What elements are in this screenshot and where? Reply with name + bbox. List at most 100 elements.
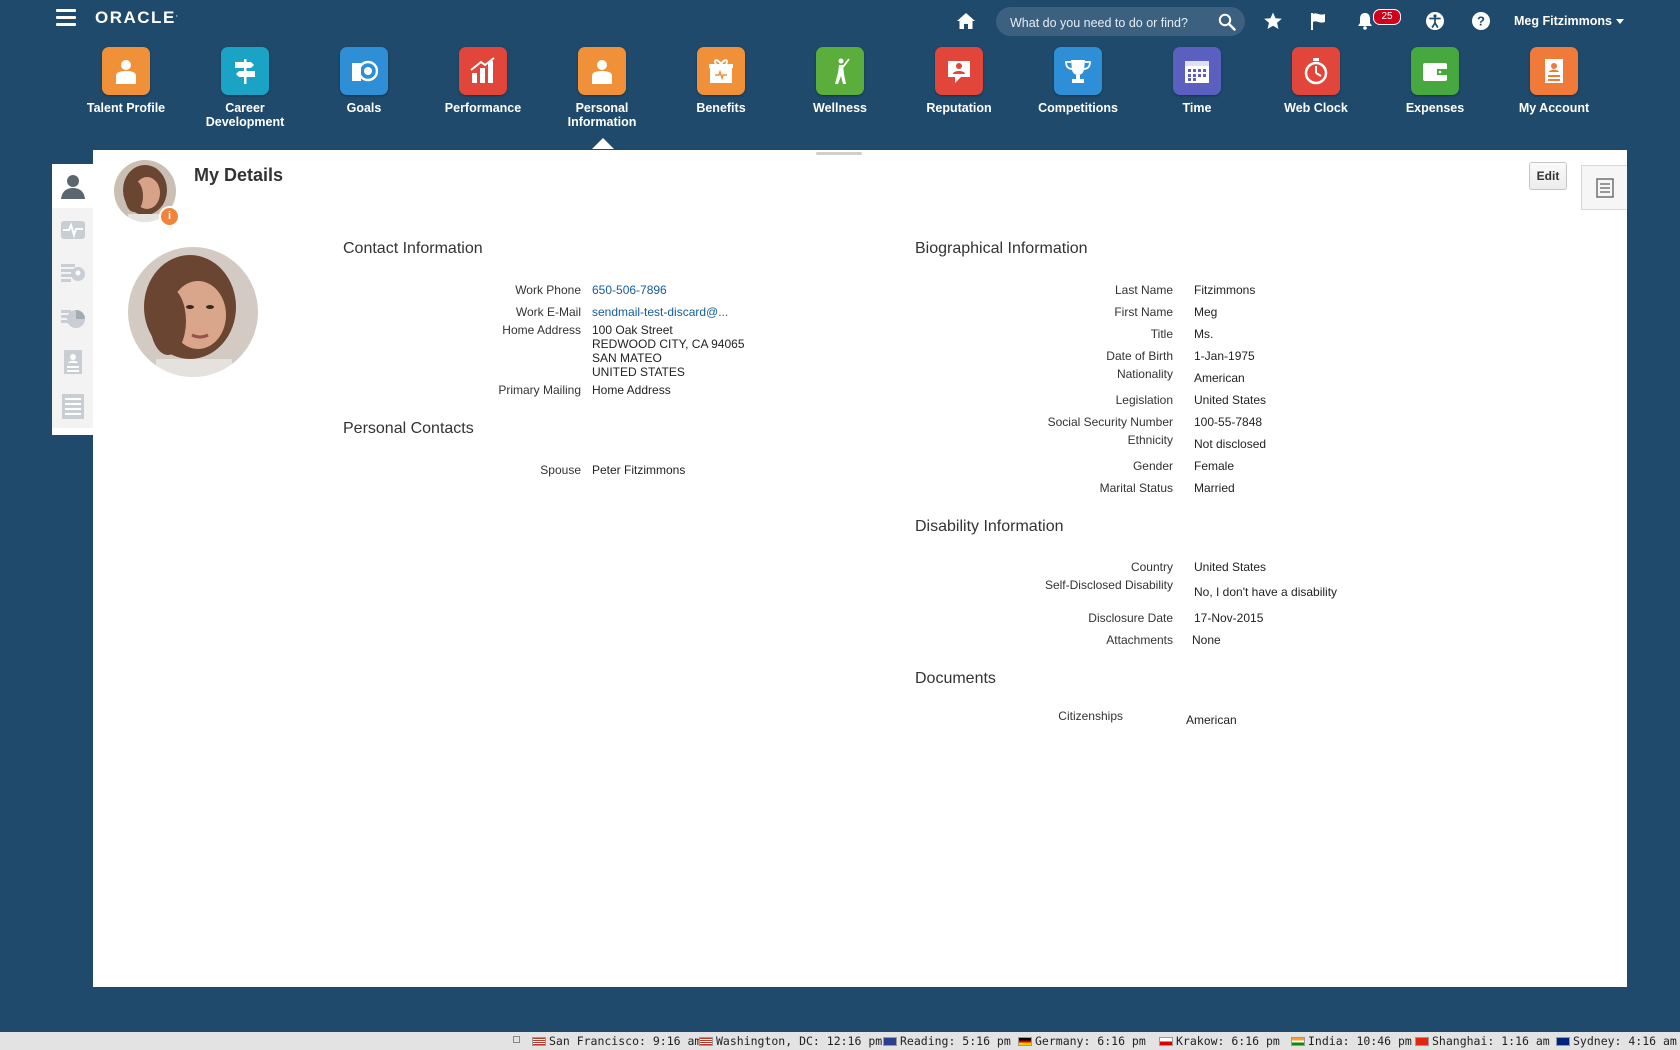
nationality-label: Nationality bbox=[1116, 367, 1173, 381]
oracle-logo[interactable]: ORACLE. bbox=[95, 8, 178, 28]
springboard-tile-competitions[interactable]: Competitions bbox=[1019, 47, 1137, 115]
pie-chart-icon bbox=[61, 310, 85, 328]
home-icon[interactable] bbox=[956, 11, 976, 31]
gender-label: Gender bbox=[1132, 459, 1173, 473]
date-of-birth-value: 1-Jan-1975 bbox=[1194, 349, 1255, 363]
disability-info-heading: Disability Information bbox=[915, 518, 1064, 535]
uk-flag-icon bbox=[883, 1037, 897, 1046]
springboard-tile-performance[interactable]: Performance bbox=[424, 47, 542, 115]
rail-skills[interactable] bbox=[52, 252, 93, 296]
cn-flag-icon bbox=[1415, 1037, 1429, 1046]
trophy-icon bbox=[1065, 60, 1091, 83]
de-flag-icon bbox=[1018, 1037, 1032, 1046]
contact-info-heading: Contact Information bbox=[343, 240, 483, 257]
address-line: UNITED STATES bbox=[592, 365, 685, 379]
global-search[interactable] bbox=[996, 7, 1245, 38]
springboard-tile-career-development[interactable]: Career Development bbox=[186, 47, 304, 129]
tile-icon-box bbox=[1411, 47, 1459, 95]
personal-contacts-heading: Personal Contacts bbox=[343, 420, 474, 437]
home-address-label: Home Address bbox=[502, 323, 581, 337]
work-phone-link[interactable]: 650-506-7896 bbox=[592, 283, 667, 297]
accessibility-icon[interactable] bbox=[1425, 11, 1445, 31]
world-clock-item: India: 10:46 pm bbox=[1291, 1034, 1412, 1048]
disclosure-date-label: Disclosure Date bbox=[1088, 611, 1173, 625]
last-name-value: Fitzimmons bbox=[1194, 283, 1256, 297]
tile-label: Talent Profile bbox=[86, 101, 166, 115]
calendar-icon bbox=[1185, 61, 1209, 83]
tile-label: My Account bbox=[1518, 101, 1590, 115]
springboard-tile-personal-information[interactable]: Personal Information bbox=[543, 47, 661, 129]
springboard-tile-benefits[interactable]: Benefits bbox=[662, 47, 780, 115]
global-header: ORACLE. 25 ? Meg Fitzimmons bbox=[0, 0, 1680, 42]
tile-label: Personal Information bbox=[567, 101, 637, 129]
tile-label: Reputation bbox=[926, 101, 992, 115]
attachments-value: None bbox=[1192, 633, 1221, 647]
info-badge[interactable]: i bbox=[159, 206, 180, 227]
address-line: SAN MATEO bbox=[592, 351, 662, 365]
title-value: Ms. bbox=[1194, 327, 1214, 341]
help-icon[interactable]: ? bbox=[1471, 11, 1491, 31]
springboard-tile-reputation[interactable]: Reputation bbox=[900, 47, 1018, 115]
world-clock-text: India: 10:46 pm bbox=[1308, 1034, 1412, 1048]
work-email-link[interactable]: sendmail-test-discard@... bbox=[592, 305, 728, 319]
avatar-large bbox=[128, 247, 258, 377]
rail-personal-card[interactable] bbox=[52, 340, 93, 384]
edit-button[interactable]: Edit bbox=[1529, 162, 1567, 190]
social-security-number-label: Social Security Number bbox=[1047, 415, 1173, 429]
citizenships-value: American bbox=[1186, 713, 1237, 727]
last-name-label: Last Name bbox=[1114, 283, 1173, 297]
springboard-tile-my-account[interactable]: My Account bbox=[1495, 47, 1613, 115]
tile-label: Career Development bbox=[205, 101, 285, 129]
rail-health[interactable] bbox=[52, 208, 93, 252]
search-input[interactable] bbox=[1008, 7, 1212, 38]
active-tile-indicator bbox=[592, 138, 614, 149]
springboard-tile-wellness[interactable]: Wellness bbox=[781, 47, 899, 115]
favorites-star-icon[interactable] bbox=[1263, 11, 1283, 31]
address-line: REDWOOD CITY, CA 94065 bbox=[592, 337, 745, 351]
bio-info-heading: Biographical Information bbox=[915, 240, 1088, 257]
portrait-photo-large bbox=[128, 247, 258, 377]
rail-my-details[interactable] bbox=[52, 164, 93, 208]
self-disclosed-disability-value: No, I don't have a disability bbox=[1194, 585, 1338, 599]
logo-text: ORACLE bbox=[95, 8, 176, 27]
stopwatch-icon bbox=[1304, 58, 1328, 85]
ethnicity-value: Not disclosed bbox=[1194, 437, 1267, 451]
citizenships-label: Citizenships bbox=[1058, 709, 1123, 723]
marital-status-label: Marital Status bbox=[1099, 481, 1173, 495]
rail-analytics[interactable] bbox=[52, 296, 93, 340]
springboard-tile-talent-profile[interactable]: Talent Profile bbox=[67, 47, 185, 115]
world-clock-item: Washington, DC: 12:16 pm bbox=[699, 1034, 882, 1048]
clock-toggle-icon[interactable] bbox=[513, 1036, 520, 1043]
details-drawer-button[interactable] bbox=[1581, 165, 1627, 210]
watchlist-flag-icon[interactable] bbox=[1308, 11, 1328, 31]
id-card-icon bbox=[64, 350, 82, 374]
first-name-label: First Name bbox=[1114, 305, 1173, 319]
tile-label: Expenses bbox=[1405, 101, 1465, 115]
primary-mailing-label: Primary Mailing bbox=[498, 383, 581, 397]
tile-icon-box bbox=[102, 47, 150, 95]
chevron-down-icon bbox=[1615, 19, 1624, 25]
page-title: My Details bbox=[194, 165, 284, 185]
springboard-tile-web-clock[interactable]: Web Clock bbox=[1257, 47, 1375, 115]
collapse-grip[interactable] bbox=[816, 152, 862, 155]
springboard-tile-expenses[interactable]: Expenses bbox=[1376, 47, 1494, 115]
springboard-tile-time[interactable]: Time bbox=[1138, 47, 1256, 115]
section-rail bbox=[52, 164, 94, 435]
rail-documents[interactable] bbox=[52, 384, 93, 428]
notification-count-badge[interactable]: 25 bbox=[1373, 9, 1401, 25]
tile-icon-box bbox=[221, 47, 269, 95]
country-label: Country bbox=[1130, 560, 1173, 574]
search-icon[interactable] bbox=[1218, 13, 1236, 31]
springboard-tile-goals[interactable]: Goals bbox=[305, 47, 423, 115]
user-menu[interactable]: Meg Fitzimmons bbox=[1514, 14, 1624, 28]
notifications-bell-icon[interactable] bbox=[1355, 11, 1375, 31]
spouse-value: Peter Fitzimmons bbox=[592, 463, 686, 477]
social-security-number-value: 100-55-7848 bbox=[1194, 415, 1263, 429]
tile-icon-box bbox=[697, 47, 745, 95]
tile-label: Web Clock bbox=[1284, 101, 1348, 115]
world-clock-text: Shanghai: 1:16 am bbox=[1432, 1034, 1550, 1048]
navigator-menu-icon[interactable] bbox=[56, 9, 76, 27]
us-flag-icon bbox=[532, 1037, 546, 1046]
attachments-label: Attachments bbox=[1106, 633, 1173, 647]
bar-chart-icon bbox=[470, 57, 495, 83]
